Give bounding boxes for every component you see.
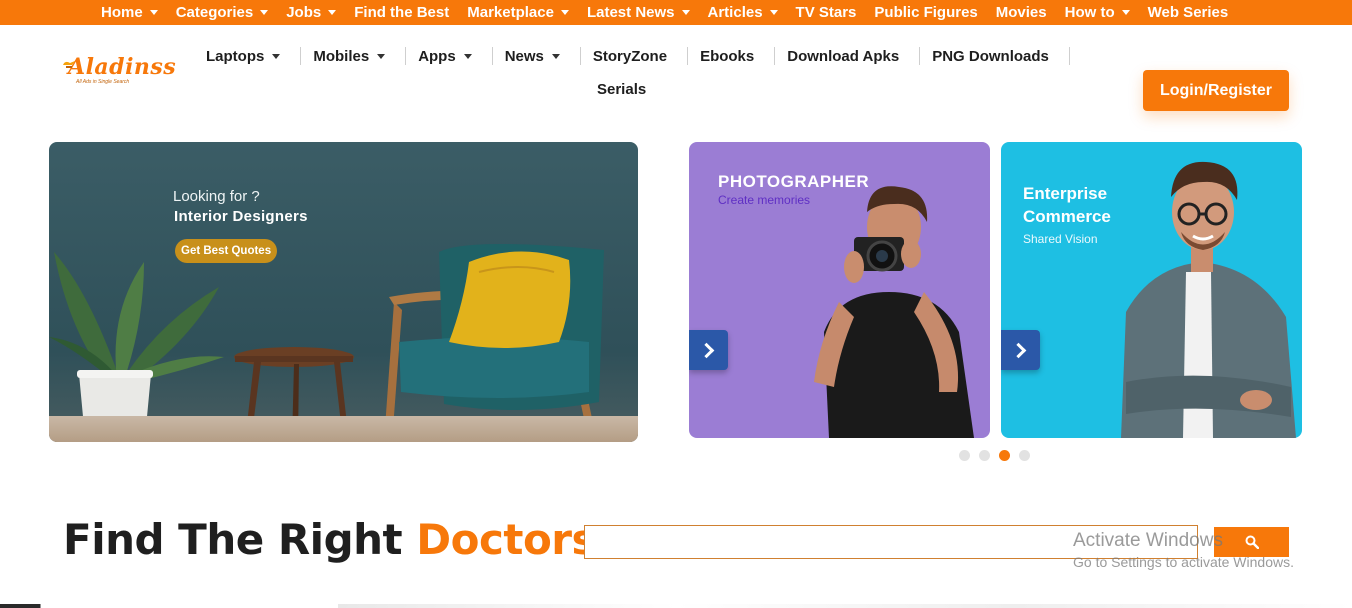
topnav-label: Articles [707,4,763,21]
search-icon [1245,535,1259,549]
hero-floor [49,416,638,442]
card-subtitle-enterprise: Shared Vision [1023,232,1098,246]
topnav-how-to[interactable]: How to [1065,4,1130,21]
nav-item-apps[interactable]: Apps [406,47,493,65]
lamp-icon [63,61,75,68]
caret-down-icon [377,53,386,59]
nav-item-label: PNG Downloads [932,47,1049,65]
hero-title: Interior Designers [174,208,308,225]
topnav-label: Jobs [286,4,322,21]
heading-accent: Doctors [416,515,597,564]
site-logo[interactable]: Aladinss All Ads in Single Search [62,54,177,94]
topnav-categories[interactable]: Categories [176,4,269,21]
carousel-dot[interactable] [1019,450,1030,461]
promo-card-photographer[interactable]: PHOTOGRAPHER Create memories [689,142,990,438]
heading-prefix: Find The Right [63,515,403,564]
topnav-jobs[interactable]: Jobs [286,4,337,21]
carousel-pagination [959,450,1039,461]
caret-down-icon [560,10,569,15]
carousel-dot[interactable] [959,450,970,461]
nav-item-label: Download Apks [787,47,900,65]
card-next-button[interactable] [1001,330,1040,370]
caret-down-icon [463,53,472,59]
topnav-movies[interactable]: Movies [996,4,1047,21]
topnav-label: Marketplace [467,4,554,21]
nav-item-label: Laptops [206,47,265,65]
nav-item-label: Ebooks [700,47,755,65]
topnav-label: How to [1064,4,1115,21]
topnav-label: Home [101,4,143,21]
caret-down-icon [769,10,778,15]
topnav-public-figures[interactable]: Public Figures [874,4,977,21]
topnav-latest-news[interactable]: Latest News [587,4,690,21]
hero-banner-interior-designers[interactable]: Looking for ? Interior Designers Get Bes… [49,142,638,442]
nav-item-label: News [504,47,544,65]
nav-item-label: Mobiles [313,47,370,65]
nav-item-download-apks[interactable]: Download Apks [775,47,921,65]
carousel-dot[interactable] [979,450,990,461]
topnav-articles[interactable]: Articles [708,4,778,21]
chevron-right-icon [1010,342,1027,358]
nav-item-ebooks[interactable]: Ebooks [688,47,776,65]
search-input[interactable] [584,525,1198,559]
topnav-web-series[interactable]: Web Series [1148,4,1229,21]
card-title-enterprise: Enterprise Commerce [1023,184,1111,226]
find-doctors-heading: Find The Right Doctors [63,515,597,564]
caret-down-icon [328,10,337,15]
card-subtitle-photographer: Create memories [718,193,811,207]
promo-card-enterprise-commerce[interactable]: Enterprise Commerce Shared Vision [1001,142,1302,438]
top-navigation-bar: Home Categories Jobs Find the Best Marketpla… [0,0,1352,25]
topnav-label: Categories [175,4,254,21]
get-best-quotes-button[interactable]: Get Best Quotes [175,239,278,263]
caret-down-icon [1121,10,1130,15]
nav-item-label: Apps [418,47,456,65]
topnav-label: Movies [995,4,1047,21]
search-button[interactable] [1214,527,1289,557]
caret-down-icon [260,10,269,15]
topnav-label: Find the Best [354,4,450,21]
card-title-photographer: PHOTOGRAPHER [718,172,870,191]
hero-looking-text: Looking for ? [173,188,260,205]
topnav-label: Latest News [586,4,675,21]
bottom-divider [0,604,1352,608]
topnav-find-the-best[interactable]: Find the Best [354,4,449,21]
topnav-label: Public Figures [874,4,978,21]
logo-text: Aladinss [68,54,177,80]
caret-down-icon [272,53,281,59]
topnav-home[interactable]: Home [101,4,158,21]
caret-down-icon [551,53,560,59]
caret-down-icon [149,10,158,15]
nav-item-laptops[interactable]: Laptops [194,47,302,65]
nav-item-serials[interactable]: Serials [597,81,646,98]
topnav-tv-stars[interactable]: TV Stars [796,4,857,21]
nav-item-mobiles[interactable]: Mobiles [301,47,407,65]
nav-item-png-downloads[interactable]: PNG Downloads [920,47,1070,65]
nav-item-storyzone[interactable]: StoryZone [581,47,689,65]
login-register-button[interactable]: Login/Register [1143,70,1289,111]
carousel-dot[interactable] [999,450,1010,461]
topnav-label: TV Stars [795,4,857,21]
caret-down-icon [681,10,690,15]
nav-item-news[interactable]: News [493,47,581,65]
hero-illustration [49,243,604,442]
main-navigation: Laptops Mobiles Apps News StoryZone Ebooks Dow… [194,44,1074,98]
topnav-label: Web Series [1147,4,1229,21]
card-next-button[interactable] [689,330,728,370]
topnav-marketplace[interactable]: Marketplace [467,4,569,21]
chevron-right-icon [698,342,715,358]
nav-item-label: StoryZone [592,47,668,65]
